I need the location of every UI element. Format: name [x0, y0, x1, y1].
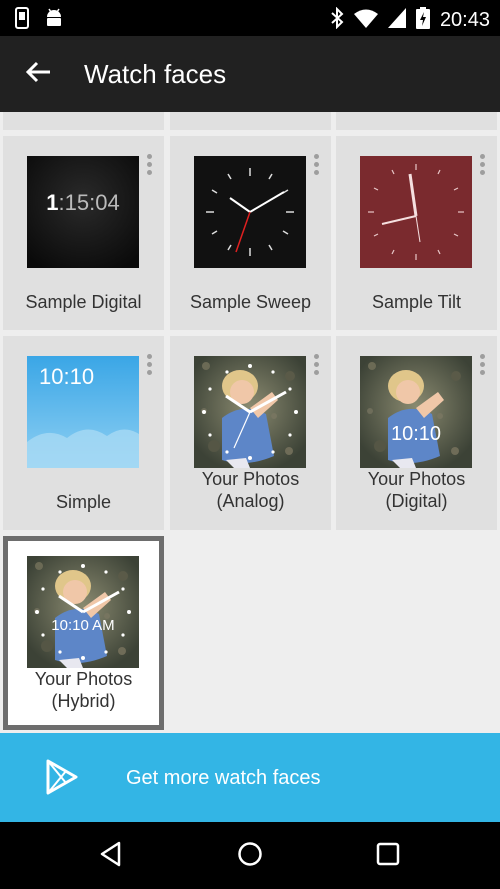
watch-face-photos-digital[interactable]: 10:10 Your Photos (Digital) [336, 336, 497, 530]
overflow-menu-icon[interactable] [147, 354, 153, 378]
nav-home-icon [237, 841, 263, 872]
app-bar: Watch faces [0, 36, 500, 112]
overflow-menu-icon[interactable] [314, 154, 320, 178]
wifi-icon [353, 8, 378, 33]
digital-minutes: :15:04 [59, 190, 120, 215]
photo-hybrid-time: 10:10 AM [51, 617, 114, 634]
watch-face-preview [194, 156, 306, 268]
watch-face-preview: 10:10 AM [27, 556, 139, 668]
overflow-menu-icon[interactable] [480, 154, 486, 178]
watch-face-simple[interactable]: 10:10 Simple [3, 336, 164, 530]
watch-face-preview: 10:10 [27, 356, 139, 468]
status-time: 20:43 [439, 9, 490, 31]
nav-recents-button[interactable] [370, 838, 406, 874]
get-more-watch-faces-button[interactable]: Get more watch faces [0, 733, 500, 822]
watch-face-partial[interactable] [170, 112, 331, 130]
watch-face-label: Sample Tilt [371, 292, 462, 312]
digital-hours: 1 [46, 190, 58, 215]
watch-face-partial[interactable] [3, 112, 164, 130]
back-arrow-icon [25, 61, 51, 88]
page-title: Watch faces [84, 59, 227, 89]
watch-face-label: Your Photos (Hybrid) [34, 669, 133, 711]
photo-digital-time: 10:10 [391, 423, 441, 445]
android-icon [44, 7, 64, 34]
watch-face-label: Your Photos (Analog) [201, 469, 300, 511]
watch-face-grid[interactable]: 1:15:04 Sample Digital Sample Sweep Samp… [0, 112, 500, 732]
watch-face-photos-hybrid[interactable]: 10:10 AM Your Photos (Hybrid) [3, 536, 164, 730]
navigation-bar [0, 822, 500, 889]
bluetooth-icon [330, 6, 344, 34]
watch-face-label: Simple [55, 492, 112, 512]
nav-home-button[interactable] [232, 838, 268, 874]
watch-face-label: Sample Digital [25, 292, 142, 312]
watch-face-label: Your Photos (Digital) [367, 469, 466, 511]
overflow-menu-icon[interactable] [147, 154, 153, 178]
watch-face-preview: 10:10 [360, 356, 472, 468]
play-store-icon [44, 759, 80, 800]
phone-icon [14, 7, 30, 34]
watch-face-preview: 1:15:04 [27, 156, 139, 268]
watch-face-photos-analog[interactable]: Your Photos (Analog) [170, 336, 331, 530]
watch-face-sample-sweep[interactable]: Sample Sweep [170, 136, 331, 330]
signal-icon [387, 8, 406, 33]
nav-back-button[interactable] [93, 838, 129, 874]
get-more-label: Get more watch faces [126, 767, 321, 789]
overflow-menu-icon[interactable] [480, 354, 486, 378]
watch-face-sample-tilt[interactable]: Sample Tilt [336, 136, 497, 330]
svg-text:1:15:04: 1:15:04 [46, 190, 119, 215]
nav-back-icon [99, 841, 123, 872]
back-button[interactable] [18, 54, 58, 94]
watch-face-preview [194, 356, 306, 468]
overflow-menu-icon[interactable] [314, 354, 320, 378]
watch-face-label: Sample Sweep [189, 292, 312, 312]
watch-face-partial[interactable] [336, 112, 497, 130]
watch-face-preview [360, 156, 472, 268]
status-bar: 20:43 [0, 0, 500, 36]
watch-face-sample-digital[interactable]: 1:15:04 Sample Digital [3, 136, 164, 330]
battery-icon [415, 7, 430, 34]
simple-time: 10:10 [39, 364, 94, 389]
nav-recents-icon [376, 842, 400, 871]
